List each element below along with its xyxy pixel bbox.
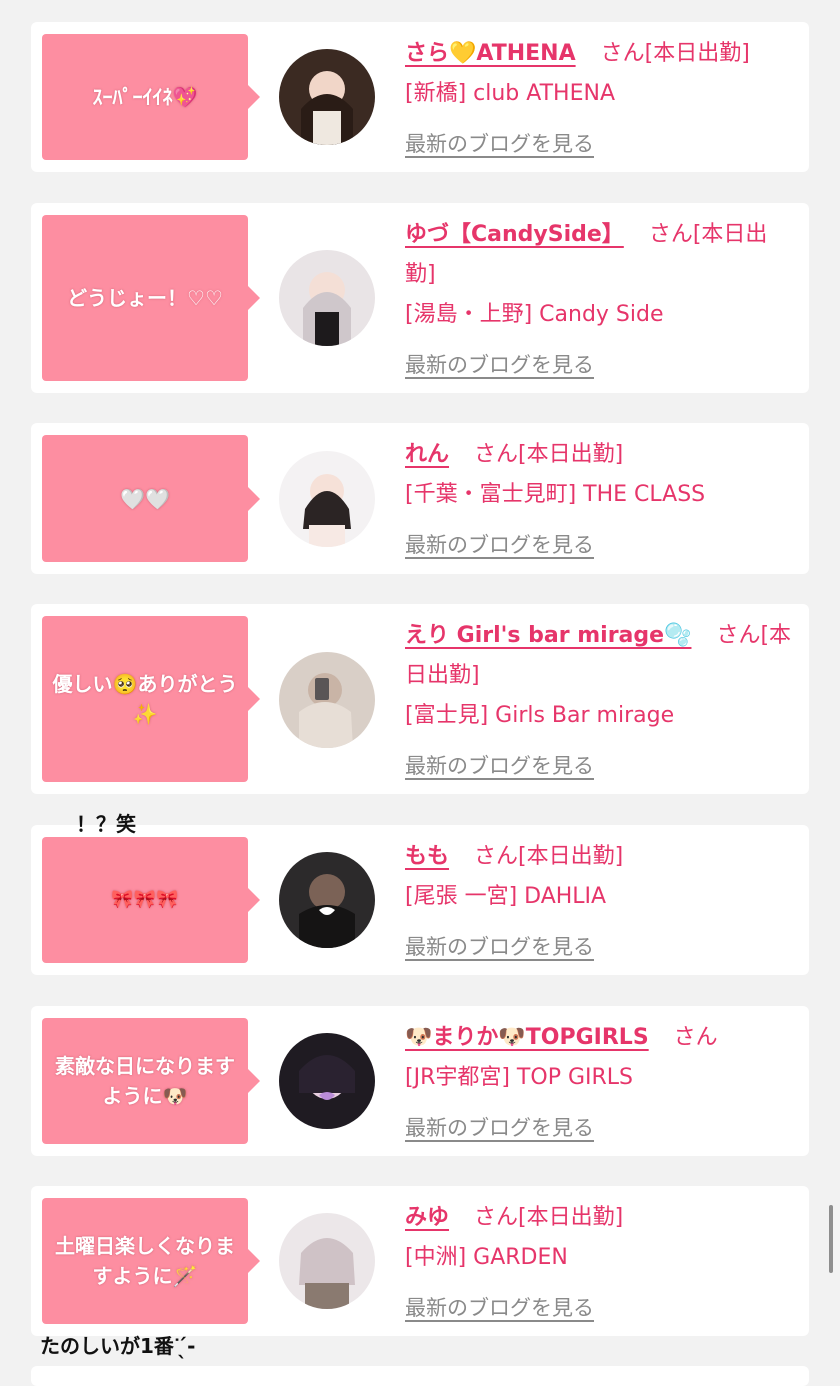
- shop-info: [尾張 一宮] DAHLIA: [405, 884, 607, 909]
- avatar-photo-icon: [279, 1033, 375, 1129]
- blog-link[interactable]: 最新のブログを見る: [405, 124, 797, 164]
- avatar-photo-icon: [279, 250, 375, 346]
- avatar[interactable]: [279, 652, 375, 748]
- blog-link[interactable]: 最新のブログを見る: [405, 525, 797, 565]
- status-text: さん: [673, 1025, 718, 1050]
- avatar[interactable]: [279, 852, 375, 948]
- avatar[interactable]: [279, 1033, 375, 1129]
- card-7: 土曜日楽しくなりますように🪄 みゆ さん[本日出勤] [中洲] GARDEN 最…: [31, 1186, 809, 1336]
- card-info: もも さん[本日出勤] [尾張 一宮] DAHLIA 最新のブログを見る: [405, 837, 797, 967]
- shop-info: [JR宇都宮] TOP GIRLS: [405, 1065, 633, 1090]
- girl-name-link[interactable]: 🐶まりか🐶TOPGIRLS: [405, 1025, 649, 1050]
- scrollbar[interactable]: [829, 1205, 833, 1273]
- card-4: 優しい🥺ありがとう✨ えり Girl's bar mirage🫧 さん[本日出勤…: [31, 604, 809, 794]
- card-1: ｽｰﾊﾟｰｲｲﾈ💖 さら💛ATHENA さん[本日出勤] [新橋] club A…: [31, 22, 809, 172]
- message-bubble: 優しい🥺ありがとう✨: [42, 616, 260, 782]
- avatar-photo-icon: [279, 852, 375, 948]
- blog-link[interactable]: 最新のブログを見る: [405, 1108, 797, 1148]
- card-2: どうじょー！♡♡ ゆづ【CandySide】 さん[本日出勤] [湯島・上野] …: [31, 203, 809, 393]
- shop-info: [新橋] club ATHENA: [405, 81, 615, 106]
- blog-link[interactable]: 最新のブログを見る: [405, 1288, 797, 1328]
- message-bubble: どうじょー！♡♡: [42, 215, 260, 381]
- card-3: 🤍🤍 れん さん[本日出勤] [千葉・富士見町] THE CLASS 最新のブロ…: [31, 423, 809, 574]
- card-info: えり Girl's bar mirage🫧 さん[本日出勤] [富士見] Gir…: [405, 616, 797, 786]
- message-bubble: ｽｰﾊﾟｰｲｲﾈ💖: [42, 34, 260, 160]
- message-bubble: 素敵な日になりますように🐶: [42, 1018, 260, 1144]
- girl-name-link[interactable]: もも: [405, 844, 449, 869]
- girl-name-link[interactable]: みゆ: [405, 1205, 449, 1230]
- message-bubble: 土曜日楽しくなりますように🪄: [42, 1198, 260, 1324]
- avatar-photo-icon: [279, 1213, 375, 1309]
- shop-info: [千葉・富士見町] THE CLASS: [405, 482, 706, 507]
- avatar[interactable]: [279, 1213, 375, 1309]
- card-5: 🎀🎀🎀 もも さん[本日出勤] [尾張 一宮] DAHLIA 最新のブログを見る: [31, 825, 809, 975]
- shop-info: [富士見] Girls Bar mirage: [405, 703, 675, 728]
- overlay-text: ！？笑: [76, 812, 136, 836]
- girl-name-link[interactable]: えり Girl's bar mirage🫧: [405, 623, 691, 648]
- card-info: 🐶まりか🐶TOPGIRLS さん [JR宇都宮] TOP GIRLS 最新のブロ…: [405, 1018, 797, 1148]
- avatar[interactable]: [279, 49, 375, 145]
- girl-name-link[interactable]: れん: [405, 442, 449, 467]
- next-card-edge: [31, 1366, 809, 1386]
- girl-name-link[interactable]: ゆづ【CandySide】: [405, 222, 624, 247]
- card-6: 素敵な日になりますように🐶 🐶まりか🐶TOPGIRLS さん [JR宇都宮] T…: [31, 1006, 809, 1156]
- avatar-photo-icon: [279, 652, 375, 748]
- card-info: みゆ さん[本日出勤] [中洲] GARDEN 最新のブログを見る: [405, 1198, 797, 1328]
- blog-link[interactable]: 最新のブログを見る: [405, 746, 797, 786]
- status-text: さん[本日出勤]: [474, 1205, 624, 1230]
- status-text: さん[本日出勤]: [600, 41, 750, 66]
- girl-name-link[interactable]: さら💛ATHENA: [405, 41, 576, 66]
- shop-info: [湯島・上野] Candy Side: [405, 302, 664, 327]
- blog-link[interactable]: 最新のブログを見る: [405, 927, 797, 967]
- card-info: さら💛ATHENA さん[本日出勤] [新橋] club ATHENA 最新のブ…: [405, 34, 797, 164]
- avatar[interactable]: [279, 250, 375, 346]
- avatar-photo-icon: [279, 451, 375, 547]
- message-bubble: 🎀🎀🎀: [42, 837, 260, 963]
- card-info: ゆづ【CandySide】 さん[本日出勤] [湯島・上野] Candy Sid…: [405, 215, 797, 385]
- message-bubble: 🤍🤍: [42, 435, 260, 562]
- status-text: さん[本日出勤]: [474, 844, 624, 869]
- avatar[interactable]: [279, 451, 375, 547]
- blog-link[interactable]: 最新のブログを見る: [405, 345, 797, 385]
- overlay-text: たのしいが1番ᐝ ̖́-: [40, 1334, 196, 1358]
- avatar-photo-icon: [279, 49, 375, 145]
- card-info: れん さん[本日出勤] [千葉・富士見町] THE CLASS 最新のブログを見…: [405, 435, 797, 565]
- shop-info: [中洲] GARDEN: [405, 1245, 568, 1270]
- status-text: さん[本日出勤]: [474, 442, 624, 467]
